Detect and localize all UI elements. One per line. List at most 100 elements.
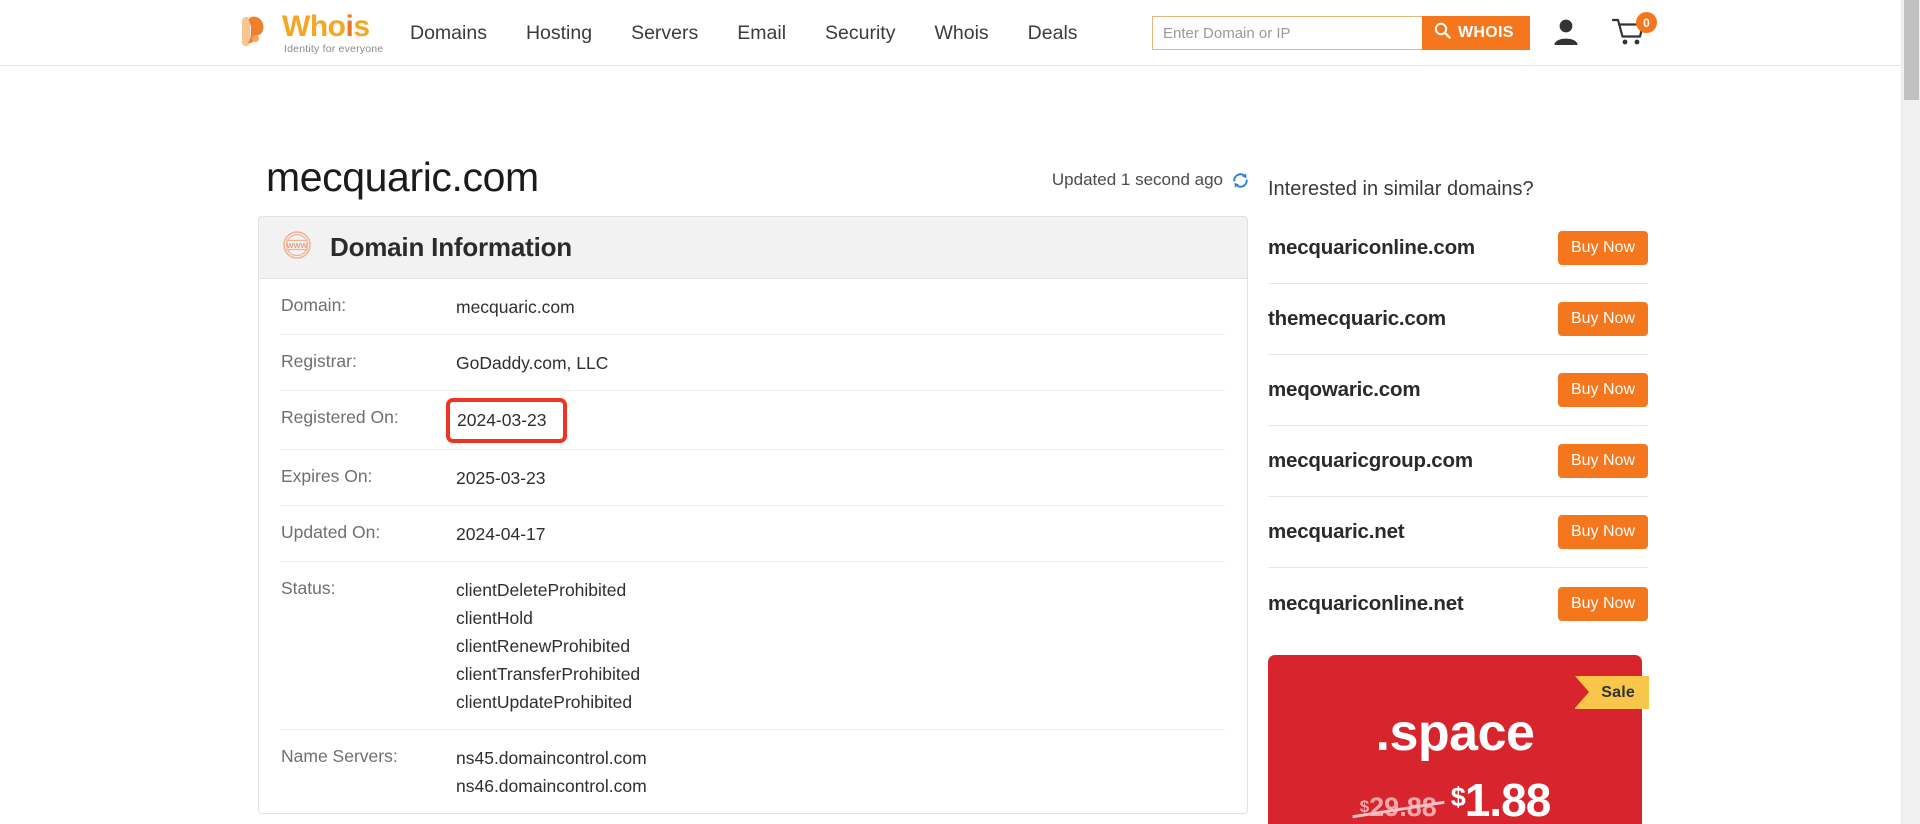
similar-domain-row: mecquaric.net Buy Now bbox=[1268, 497, 1648, 568]
info-row-label: Expires On: bbox=[281, 466, 373, 486]
search-icon bbox=[1434, 22, 1451, 44]
promo-new-amount: 1.88 bbox=[1464, 774, 1552, 824]
similar-domain-name[interactable]: mecquariconline.net bbox=[1268, 592, 1464, 616]
highlighted-value: 2024-03-23 bbox=[446, 398, 567, 443]
main-column: WWW Domain Information Domain: mecquaric.… bbox=[258, 216, 1248, 824]
info-value-line: clientHold bbox=[456, 608, 533, 628]
domain-information-title: Domain Information bbox=[330, 232, 572, 262]
promo-banner[interactable]: Sale .space $29.88 $1.88 BUY NOW bbox=[1268, 655, 1649, 824]
cart-icon[interactable]: 0 bbox=[1611, 12, 1657, 52]
info-row: Registrar: GoDaddy.com, LLC bbox=[281, 335, 1225, 391]
info-row-label: Status: bbox=[281, 578, 336, 598]
info-value-line: clientRenewProhibited bbox=[456, 636, 631, 656]
user-icon[interactable] bbox=[1553, 18, 1579, 51]
cart-count-badge: 0 bbox=[1636, 12, 1657, 33]
whois-search-button-label: WHOIS bbox=[1458, 24, 1514, 41]
promo-new-currency: $ bbox=[1450, 782, 1466, 812]
nav-item-hosting[interactable]: Hosting bbox=[526, 22, 592, 45]
buy-now-button[interactable]: Buy Now bbox=[1557, 373, 1648, 407]
info-value-line: clientDeleteProhibited bbox=[456, 580, 627, 600]
domain-search-box: WHOIS bbox=[1152, 16, 1530, 50]
info-value-line: ns46.domaincontrol.com bbox=[456, 776, 647, 796]
info-row-value: 2025-03-23 bbox=[456, 464, 546, 492]
main-nav: Domains Hosting Servers Email Security W… bbox=[410, 0, 1078, 66]
info-row-value: 2024-03-23 bbox=[446, 398, 567, 443]
buy-now-button[interactable]: Buy Now bbox=[1557, 515, 1648, 549]
domain-information-rows: Domain: mecquaric.com Registrar: GoDaddy.co… bbox=[259, 279, 1247, 813]
scrollbar-thumb[interactable] bbox=[1904, 0, 1919, 100]
nav-item-servers[interactable]: Servers bbox=[631, 22, 698, 45]
promo-new-price: $1.88 bbox=[1450, 773, 1552, 824]
logo-word-part3: s bbox=[353, 9, 370, 43]
info-row-label: Updated On: bbox=[281, 522, 381, 542]
info-row-label: Registrar: bbox=[281, 351, 357, 371]
nav-item-whois[interactable]: Whois bbox=[934, 22, 988, 45]
info-row-value: mecquaric.com bbox=[456, 293, 575, 321]
similar-domain-row: mecquariconline.net Buy Now bbox=[1268, 568, 1648, 639]
similar-domain-row: mecquaricgroup.com Buy Now bbox=[1268, 426, 1648, 497]
info-row-label: Domain: bbox=[281, 295, 347, 315]
promo-old-amount: 29.88 bbox=[1369, 792, 1437, 822]
site-logo[interactable]: Whois Identity for everyone bbox=[234, 10, 384, 56]
promo-old-currency: $ bbox=[1359, 797, 1370, 816]
buy-now-button[interactable]: Buy Now bbox=[1557, 231, 1648, 265]
updated-label: Updated 1 second ago bbox=[1051, 170, 1223, 189]
info-row: Expires On: 2025-03-23 bbox=[281, 450, 1225, 506]
search-input[interactable] bbox=[1152, 16, 1422, 50]
info-value-line: GoDaddy.com, LLC bbox=[456, 353, 609, 373]
updated-status: Updated 1 second ago bbox=[1052, 170, 1250, 190]
similar-domains-title: Interested in similar domains? bbox=[1268, 178, 1534, 200]
similar-domains-list: mecquariconline.com Buy Now themecquaric.c… bbox=[1268, 213, 1648, 639]
page-title: mecquaric.com bbox=[266, 154, 539, 200]
refresh-icon[interactable] bbox=[1231, 171, 1250, 190]
promo-price-row: $29.88 $1.88 bbox=[1268, 773, 1642, 824]
similar-domain-row: themecquaric.com Buy Now bbox=[1268, 284, 1648, 355]
similar-domain-name[interactable]: themecquaric.com bbox=[1268, 307, 1446, 331]
page-content: Whois Identity for everyone Domains Host… bbox=[0, 0, 1901, 824]
similar-domain-row: mecquariconline.com Buy Now bbox=[1268, 213, 1648, 284]
domain-information-header: WWW Domain Information bbox=[259, 217, 1247, 279]
vertical-scrollbar[interactable] bbox=[1901, 0, 1920, 824]
info-value-line: mecquaric.com bbox=[456, 297, 575, 317]
browser-viewport: Whois Identity for everyone Domains Host… bbox=[0, 0, 1920, 824]
info-row-label: Name Servers: bbox=[281, 746, 398, 766]
info-row-label: Registered On: bbox=[281, 407, 399, 427]
info-row: Name Servers: ns45.domaincontrol.com ns46.… bbox=[281, 730, 1225, 813]
info-value-line: 2024-04-17 bbox=[456, 524, 546, 544]
info-row: Domain: mecquaric.com bbox=[281, 279, 1225, 335]
nav-item-domains[interactable]: Domains bbox=[410, 22, 487, 45]
info-row: Status: clientDeleteProhibited clientHold c… bbox=[281, 562, 1225, 730]
similar-domain-row: meqowaric.com Buy Now bbox=[1268, 355, 1648, 426]
info-value-line: ns45.domaincontrol.com bbox=[456, 748, 647, 768]
logo-word-part1: Who bbox=[282, 9, 346, 43]
info-row: Registered On: 2024-03-23 bbox=[281, 391, 1225, 450]
buy-now-button[interactable]: Buy Now bbox=[1557, 586, 1648, 621]
www-globe-icon: WWW bbox=[281, 229, 313, 266]
domain-information-panel: WWW Domain Information Domain: mecquaric.… bbox=[258, 216, 1248, 814]
site-header: Whois Identity for everyone Domains Host… bbox=[0, 0, 1901, 66]
similar-domain-name[interactable]: mecquariconline.com bbox=[1268, 236, 1475, 260]
similar-domain-name[interactable]: meqowaric.com bbox=[1268, 378, 1421, 402]
similar-domain-name[interactable]: mecquaric.net bbox=[1268, 520, 1405, 544]
info-value-line: 2025-03-23 bbox=[456, 468, 546, 488]
nav-item-email[interactable]: Email bbox=[737, 22, 786, 45]
info-row-value: 2024-04-17 bbox=[456, 520, 546, 548]
buy-now-button[interactable]: Buy Now bbox=[1557, 302, 1648, 336]
nav-item-security[interactable]: Security bbox=[825, 22, 895, 45]
similar-domain-name[interactable]: mecquaricgroup.com bbox=[1268, 449, 1473, 473]
buy-now-button[interactable]: Buy Now bbox=[1557, 444, 1648, 478]
info-value-line: clientUpdateProhibited bbox=[456, 692, 633, 712]
whois-search-button[interactable]: WHOIS bbox=[1422, 16, 1530, 50]
sidebar: Interested in similar domains? mecquaric… bbox=[1268, 178, 1649, 824]
info-row: Updated On: 2024-04-17 bbox=[281, 506, 1225, 562]
info-value-line: clientTransferProhibited bbox=[456, 664, 641, 684]
nav-item-deals[interactable]: Deals bbox=[1028, 22, 1078, 45]
svg-text:WWW: WWW bbox=[287, 241, 308, 250]
logo-tagline: Identity for everyone bbox=[284, 42, 384, 55]
logo-text: Whois Identity for everyone bbox=[282, 9, 384, 55]
sale-ribbon-label: Sale bbox=[1601, 683, 1635, 701]
whois-logo-icon bbox=[234, 11, 278, 55]
info-row-value: clientDeleteProhibited clientHold clientRe… bbox=[456, 576, 640, 716]
promo-tld: .space bbox=[1375, 704, 1535, 762]
info-row-value: GoDaddy.com, LLC bbox=[456, 349, 608, 377]
